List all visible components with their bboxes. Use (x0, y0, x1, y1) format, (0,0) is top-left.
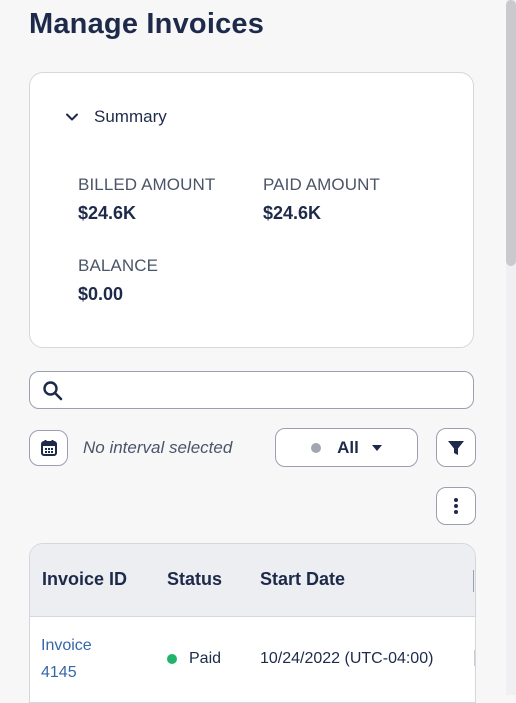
status-text: Paid (189, 650, 222, 667)
billed-amount-label: BILLED AMOUNT (78, 175, 216, 194)
search-input[interactable] (74, 376, 468, 406)
status-cell: Paid (167, 650, 221, 668)
more-options-button[interactable] (436, 487, 476, 525)
row-divider (474, 650, 475, 666)
caret-down-icon (371, 444, 382, 451)
summary-label: Summary (94, 107, 167, 126)
billed-amount-value: $24.6K (78, 203, 137, 223)
balance-label: BALANCE (78, 256, 159, 275)
status-select-value: All (337, 437, 359, 457)
page-title: Manage Invoices (29, 8, 265, 40)
status-dot (311, 442, 322, 453)
status-select[interactable]: All (275, 428, 418, 467)
column-divider[interactable] (473, 570, 474, 592)
invoices-table: Invoice ID Status Start Date Invoice 414… (29, 543, 476, 703)
invoice-link-line2[interactable]: 4145 (41, 659, 92, 686)
scrollbar-thumb[interactable] (506, 0, 516, 266)
search-icon (43, 381, 63, 401)
summary-toggle[interactable]: Summary (65, 107, 167, 127)
start-date-cell: 10/24/2022 (UTC-04:00) (260, 650, 434, 667)
column-header-status[interactable]: Status (167, 569, 222, 590)
paid-amount-label: PAID AMOUNT (263, 175, 380, 194)
column-header-invoice-id[interactable]: Invoice ID (42, 569, 127, 590)
paid-amount: PAID AMOUNT $24.6K (263, 175, 380, 224)
invoice-link[interactable]: Invoice 4145 (41, 632, 92, 686)
interval-text: No interval selected (83, 438, 233, 457)
paid-status-dot (167, 653, 177, 664)
table-header: Invoice ID Status Start Date (30, 544, 475, 617)
search-box[interactable] (29, 371, 474, 409)
calendar-button[interactable] (29, 430, 68, 466)
scrollbar[interactable] (506, 0, 516, 695)
column-header-start-date[interactable]: Start Date (260, 569, 345, 590)
filter-icon (448, 440, 464, 455)
balance: BALANCE $0.00 (78, 256, 158, 305)
calendar-icon (40, 440, 57, 456)
invoice-link-line1[interactable]: Invoice (41, 632, 92, 659)
chevron-down-icon (66, 113, 78, 121)
summary-card: Summary BILLED AMOUNT $24.6K PAID AMOUNT… (29, 72, 474, 348)
paid-amount-value: $24.6K (263, 203, 322, 223)
more-vertical-icon (454, 498, 458, 514)
balance-value: $0.00 (78, 284, 124, 304)
filter-button[interactable] (436, 428, 476, 467)
billed-amount: BILLED AMOUNT $24.6K (78, 175, 215, 224)
